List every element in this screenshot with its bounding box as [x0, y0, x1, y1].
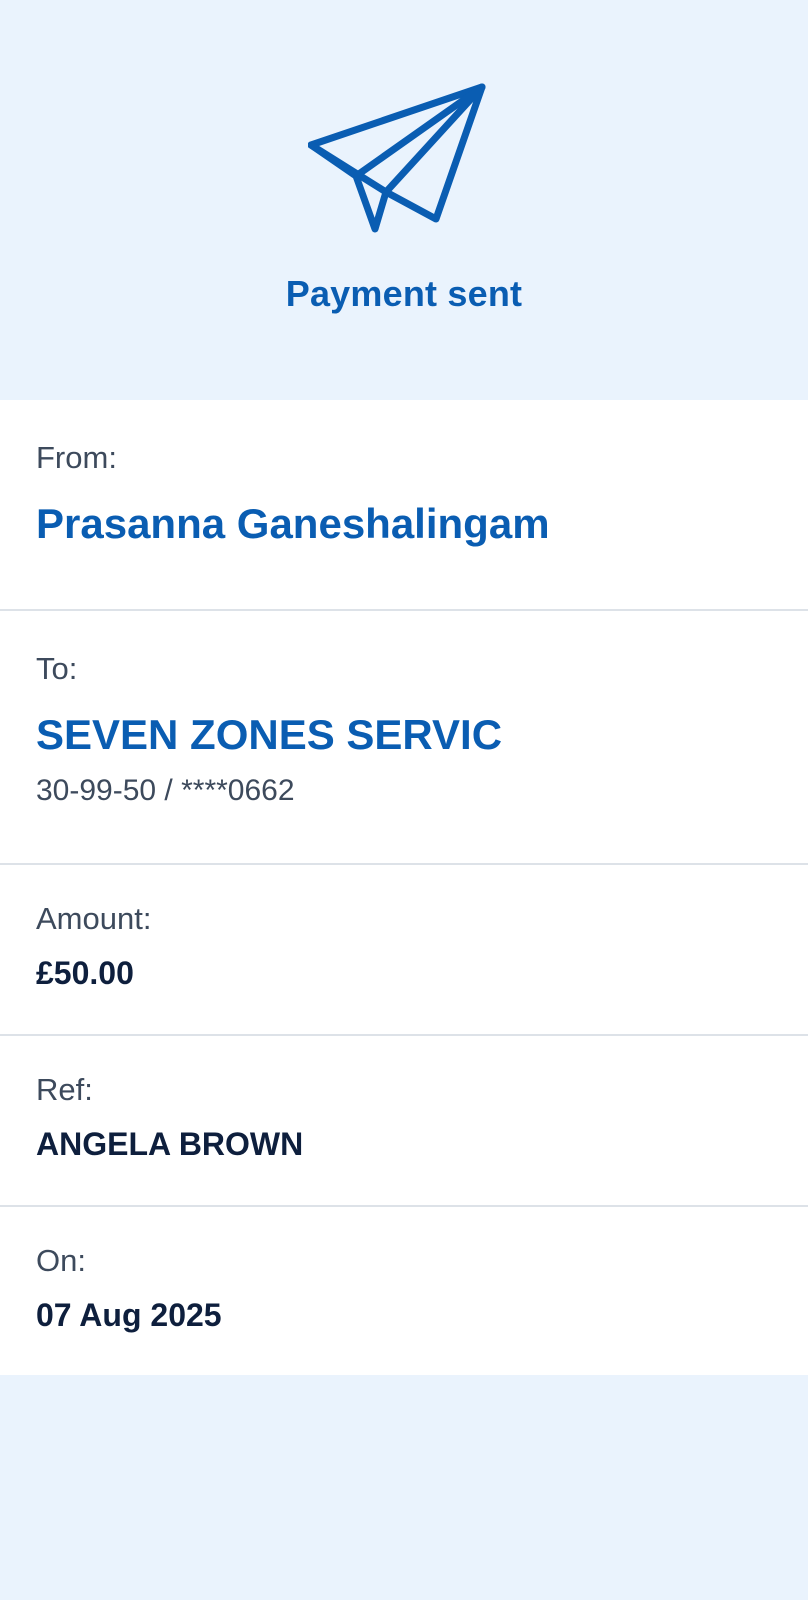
- amount-value: £50.00: [36, 955, 134, 991]
- reference-row: Ref: ANGELA BROWN: [0, 1036, 808, 1207]
- to-label: To:: [36, 651, 78, 686]
- reference-value: ANGELA BROWN: [36, 1126, 304, 1162]
- payee-name: SEVEN ZONES SERVIC: [36, 711, 503, 758]
- date-row: On: 07 Aug 2025: [0, 1207, 808, 1375]
- amount-row: Amount: £50.00: [0, 865, 808, 1036]
- date-value: 07 Aug 2025: [36, 1297, 222, 1333]
- paper-plane-icon: [308, 83, 486, 233]
- date-label: On:: [36, 1243, 86, 1278]
- payee-account: 30-99-50 / ****0662: [36, 774, 295, 807]
- reference-label: Ref:: [36, 1072, 93, 1107]
- from-name: Prasanna Ganeshalingam: [36, 500, 550, 547]
- from-row: From: Prasanna Ganeshalingam: [0, 400, 808, 611]
- to-row: To: SEVEN ZONES SERVIC 30-99-50 / ****06…: [0, 611, 808, 865]
- from-label: From:: [36, 440, 117, 475]
- payment-details: From: Prasanna Ganeshalingam To: SEVEN Z…: [0, 400, 808, 1375]
- amount-label: Amount:: [36, 901, 152, 936]
- page-title: Payment sent: [285, 273, 523, 314]
- confirmation-header: Payment sent: [0, 0, 808, 400]
